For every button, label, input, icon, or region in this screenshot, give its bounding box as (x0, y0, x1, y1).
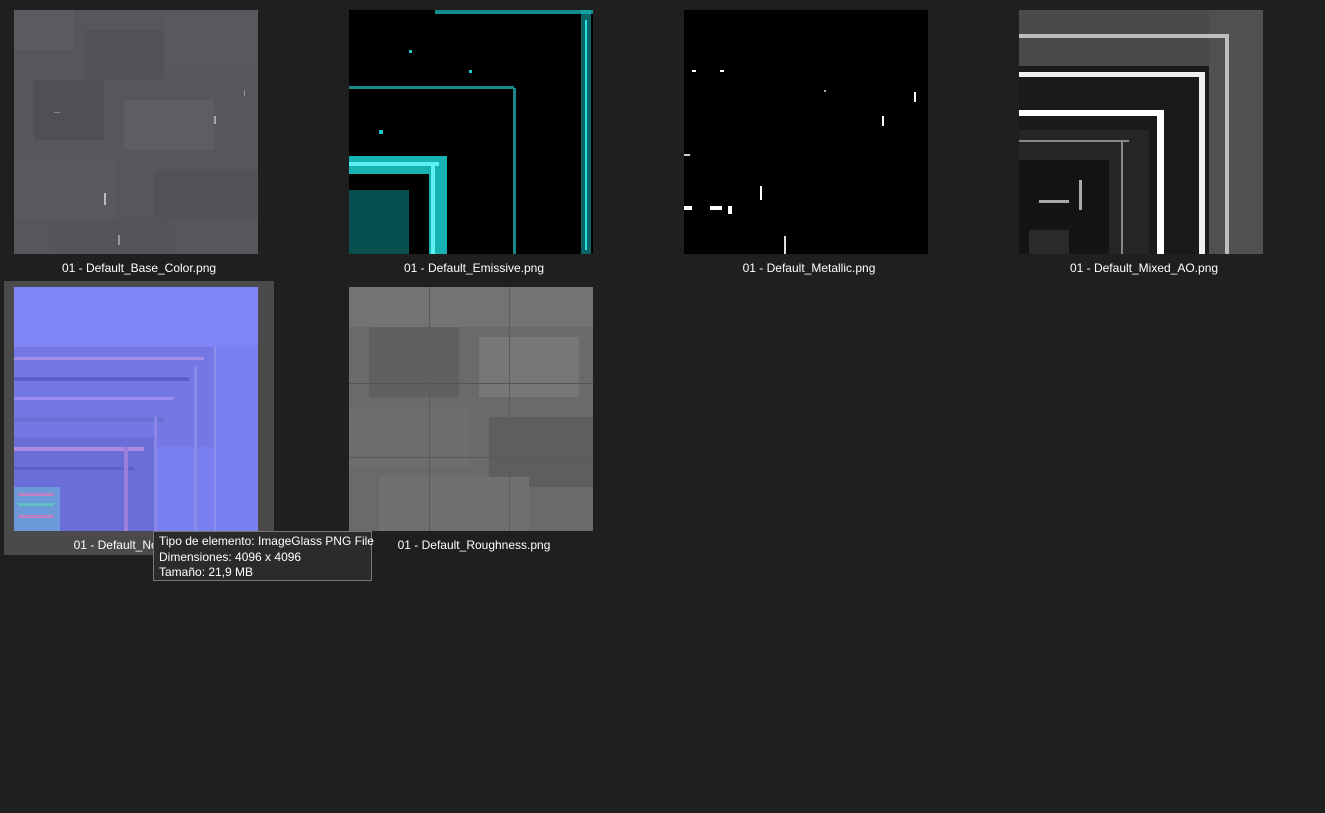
file-item-base-color[interactable]: 01 - Default_Base_Color.png (4, 4, 274, 278)
mixed-ao-thumbnail (1019, 10, 1263, 254)
file-info-tooltip: Tipo de elemento: ImageGlass PNG File Di… (153, 531, 374, 581)
normal-map-thumbnail (14, 287, 258, 531)
tooltip-dimensions-line: Dimensiones: 4096 x 4096 (159, 549, 302, 564)
file-item-normal[interactable]: 01 - Default_Normal.png (4, 281, 274, 555)
file-explorer-view: 01 - Default_Base_Color.png 01 - Default… (0, 0, 1325, 813)
file-name: 01 - Default_Mixed_AO.png (1069, 261, 1219, 275)
file-name: 01 - Default_Emissive.png (403, 261, 545, 275)
tooltip-size-line: Tamaño: 21,9 MB (159, 565, 254, 579)
file-name: 01 - Default_Metallic.png (742, 261, 876, 275)
roughness-thumbnail (349, 287, 593, 531)
tooltip-type-line: Tipo de elemento: ImageGlass PNG File (159, 534, 374, 548)
file-item-roughness[interactable]: 01 - Default_Roughness.png (339, 281, 609, 555)
emissive-thumbnail (349, 10, 593, 254)
file-name: 01 - Default_Roughness.png (397, 538, 551, 552)
file-item-emissive[interactable]: 01 - Default_Emissive.png (339, 4, 609, 278)
file-name: 01 - Default_Base_Color.png (61, 261, 217, 275)
base-color-thumbnail (14, 10, 258, 254)
file-item-metallic[interactable]: 01 - Default_Metallic.png (674, 4, 944, 278)
metallic-thumbnail (684, 10, 928, 254)
file-item-mixed-ao[interactable]: 01 - Default_Mixed_AO.png (1009, 4, 1279, 278)
